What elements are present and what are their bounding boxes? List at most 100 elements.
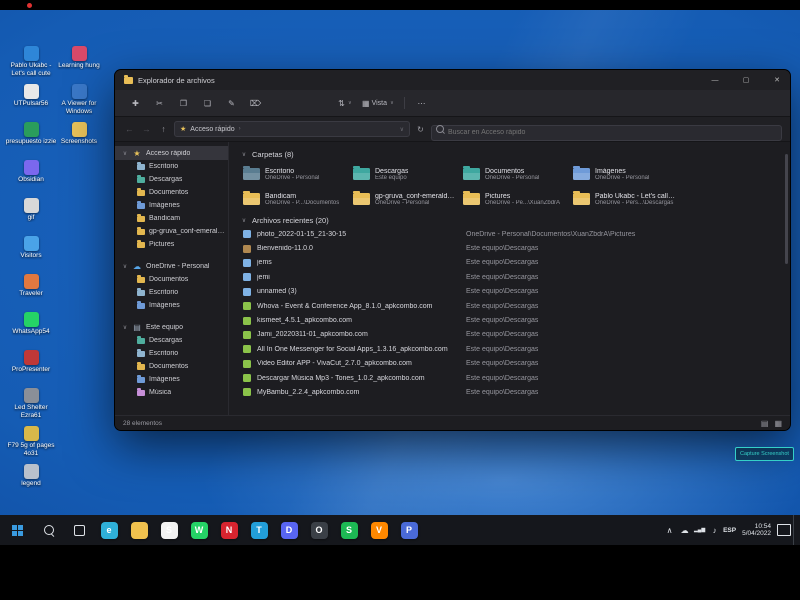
chevron-down-icon[interactable]: ∨	[400, 126, 404, 133]
sidebar-section-quick-access[interactable]: ∨ ★ Acceso rápido	[115, 146, 228, 160]
sidebar-item[interactable]: Documentos	[115, 360, 228, 373]
desktop-icon[interactable]: Visitors	[6, 236, 56, 272]
desktop-icon[interactable]: gif	[6, 198, 56, 234]
desktop[interactable]: Pablo Ukabc - Let's call cute UTPulsar56…	[0, 10, 800, 515]
taskbar-app-icon[interactable]: V	[364, 515, 394, 545]
recent-file-row[interactable]: unnamed (3) Este equipo\Descargas	[241, 285, 780, 299]
sidebar-item[interactable]: Descargas	[115, 173, 228, 186]
taskbar-app-icon[interactable]: T	[244, 515, 274, 545]
taskbar-app-icon[interactable]: S	[154, 515, 184, 545]
desktop-icon[interactable]: Pablo Ukabc - Let's call cute	[6, 46, 56, 82]
desktop-icon[interactable]: Learning hung	[54, 46, 104, 82]
folder-tile[interactable]: Escritorio OneDrive - Personal	[241, 163, 347, 185]
desktop-icon[interactable]: A Viewer for Windows	[54, 84, 104, 120]
folder-tile[interactable]: Pablo Ukabc - Let's call c... OneDrive -…	[571, 188, 677, 210]
up-button[interactable]: ↑	[157, 124, 170, 134]
taskbar-app-icon[interactable]: O	[304, 515, 334, 545]
recent-file-row[interactable]: photo_2022-01-15_21-30-15 OneDrive - Per…	[241, 227, 780, 241]
desktop-icon[interactable]: F79 5g of pages 4o31	[6, 426, 56, 462]
sort-button[interactable]: ⇅ ∨	[335, 94, 356, 112]
sidebar-item[interactable]: gp-gruva_conf-emerald-id56	[115, 225, 228, 238]
forward-button[interactable]: →	[140, 124, 153, 134]
folders-section-header[interactable]: ∨ Carpetas (8)	[241, 147, 780, 161]
sidebar-item[interactable]: Documentos	[115, 186, 228, 199]
volume-icon[interactable]: ♪	[708, 526, 721, 535]
folder-tile[interactable]: gp-gruva_conf-emerald-id... OneDrive - P…	[351, 188, 457, 210]
sidebar-item[interactable]: Imágenes	[115, 299, 228, 312]
toolbar-button[interactable]: ❏	[197, 94, 218, 112]
sidebar-section-this-pc[interactable]: ∨ ▤ Este equipo	[115, 320, 228, 334]
toolbar-button[interactable]: ⌦	[245, 94, 266, 112]
taskbar-app-icon[interactable]: N	[214, 515, 244, 545]
refresh-button[interactable]: ↻	[414, 125, 427, 134]
recent-file-row[interactable]: Descargar Música Mp3 - Tones_1.0.2_apkco…	[241, 371, 780, 385]
sidebar-item[interactable]: Escritorio	[115, 286, 228, 299]
folder-tile[interactable]: Bandicam OneDrive - P...\Documentos	[241, 188, 347, 210]
language-indicator[interactable]: ESP	[723, 527, 736, 534]
recent-file-row[interactable]: Video Editor APP - VivaCut_2.7.0_apkcomb…	[241, 357, 780, 371]
search-input[interactable]	[431, 125, 782, 141]
sidebar-item[interactable]: Bandicam	[115, 212, 228, 225]
desktop-icon[interactable]: Obsidian	[6, 160, 56, 196]
recent-file-row[interactable]: Bienvenido-11.0.0 Este equipo\Descargas	[241, 241, 780, 255]
breadcrumb[interactable]: ★ Acceso rápido › ∨	[174, 121, 410, 137]
toolbar-button[interactable]: ✂	[149, 94, 170, 112]
folder-tile[interactable]: Pictures OneDrive - Pe...\XuanZbdrA	[461, 188, 567, 210]
maximize-button[interactable]: ▢	[733, 70, 759, 90]
sidebar-item[interactable]: Descargas	[115, 334, 228, 347]
capture-overlay-button[interactable]: Capture Screenshot	[735, 447, 794, 461]
back-button[interactable]: ←	[123, 124, 136, 134]
desktop-icon[interactable]: legend	[6, 464, 56, 500]
scrollbar[interactable]	[785, 154, 788, 264]
sidebar-item[interactable]: Escritorio	[115, 347, 228, 360]
recent-files-section-header[interactable]: ∨ Archivos recientes (20)	[241, 213, 780, 227]
breadcrumb-location[interactable]: Acceso rápido	[190, 126, 234, 133]
taskbar-app-icon[interactable]: W	[184, 515, 214, 545]
hidden-icons-button[interactable]: ∧	[663, 526, 676, 535]
recent-file-row[interactable]: Whova - Event & Conference App_8.1.0_apk…	[241, 299, 780, 313]
show-desktop-button[interactable]	[793, 515, 798, 545]
titlebar[interactable]: Explorador de archivos — ▢ ✕	[115, 70, 790, 90]
recent-file-row[interactable]: kismeet_4.5.1_apkcombo.com Este equipo\D…	[241, 313, 780, 327]
notification-center-button[interactable]	[777, 524, 791, 536]
clock[interactable]: 10:54 5/04/2022	[738, 523, 775, 538]
toolbar-button[interactable]: ❐	[173, 94, 194, 112]
sidebar-section-onedrive[interactable]: ∨ ☁ OneDrive - Personal	[115, 259, 228, 273]
network-icon[interactable]: ▂▄▆	[693, 527, 706, 533]
minimize-button[interactable]: —	[702, 70, 728, 90]
desktop-icon[interactable]: ProPresenter	[6, 350, 56, 386]
recent-file-row[interactable]: jemi Este equipo\Descargas	[241, 270, 780, 284]
task-view-button[interactable]	[64, 515, 94, 545]
desktop-icon[interactable]: UTPulsar56	[6, 84, 56, 120]
view-button[interactable]: ▦ Vista ∨	[359, 94, 398, 112]
desktop-icon[interactable]: Screenshots	[54, 122, 104, 158]
sidebar-item[interactable]: Documentos	[115, 273, 228, 286]
recent-file-row[interactable]: jems Este equipo\Descargas	[241, 256, 780, 270]
sidebar-item[interactable]: Pictures	[115, 238, 228, 251]
toolbar-button[interactable]: ✎	[221, 94, 242, 112]
folder-tile[interactable]: Descargas Este equipo	[351, 163, 457, 185]
sidebar-item[interactable]: Imágenes	[115, 373, 228, 386]
taskbar-app-icon[interactable]: P	[394, 515, 424, 545]
taskbar-app-icon[interactable]: D	[274, 515, 304, 545]
folder-tile[interactable]: Documentos OneDrive - Personal	[461, 163, 567, 185]
sidebar-item[interactable]: Imágenes	[115, 199, 228, 212]
desktop-icon[interactable]: Traveler	[6, 274, 56, 310]
folder-tile[interactable]: Imágenes OneDrive - Personal	[571, 163, 677, 185]
onedrive-tray-icon[interactable]: ☁	[678, 526, 691, 535]
details-view-button[interactable]: ▤	[761, 419, 769, 428]
sidebar-item[interactable]: Música	[115, 386, 228, 399]
desktop-icon[interactable]: presupuesto izzie	[6, 122, 56, 158]
recent-file-row[interactable]: Jami_20220311-01_apkcombo.com Este equip…	[241, 328, 780, 342]
taskbar-search-button[interactable]	[34, 515, 64, 545]
desktop-icon[interactable]: Led Shelter Ezra61	[6, 388, 56, 424]
start-button[interactable]	[0, 515, 34, 545]
taskbar-app-icon[interactable]: S	[334, 515, 364, 545]
close-button[interactable]: ✕	[764, 70, 790, 90]
recent-file-row[interactable]: MyBambu_2.2.4_apkcombo.com Este equipo\D…	[241, 385, 780, 399]
taskbar-app-icon[interactable]	[124, 515, 154, 545]
taskbar-app-icon[interactable]: e	[94, 515, 124, 545]
recent-file-row[interactable]: All In One Messenger for Social Apps_1.3…	[241, 342, 780, 356]
more-options-button[interactable]: ⋯	[411, 94, 432, 112]
thumbnail-view-button[interactable]: ▦	[774, 419, 782, 428]
